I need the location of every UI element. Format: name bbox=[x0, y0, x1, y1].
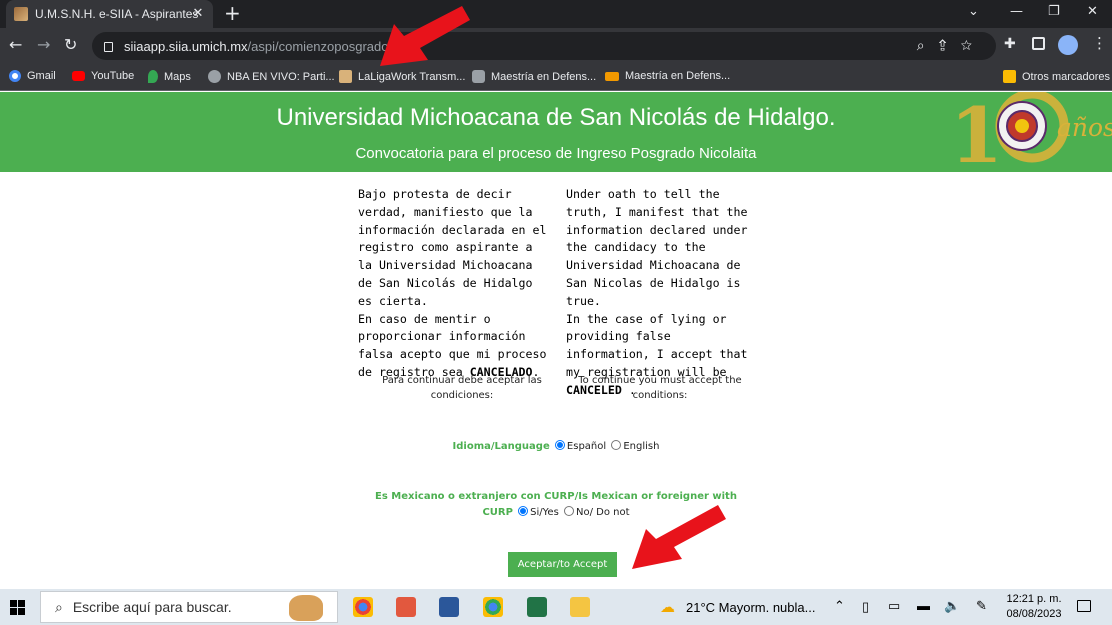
side-panel-icon[interactable] bbox=[1032, 37, 1045, 50]
tray-device-icon[interactable]: ▯ bbox=[862, 599, 869, 615]
forward-icon[interactable]: → bbox=[37, 36, 50, 54]
file-explorer-icon[interactable] bbox=[570, 597, 590, 617]
bookmarks-bar: Gmail YouTube Maps NBA EN VIVO: Parti...… bbox=[0, 64, 1112, 91]
search-icon: ⌕ bbox=[55, 598, 63, 615]
curp-label-line1: Es Mexicano o extranjero con CURP/Is Mex… bbox=[375, 491, 737, 502]
tab-title: U.M.S.N.H. e-SIIA - Aspirantes bbox=[35, 7, 199, 21]
bookmark-maestria-2[interactable]: Maestría en Defens... bbox=[605, 70, 730, 82]
tray-battery-icon[interactable]: ▬ bbox=[917, 598, 930, 613]
maps-pin-icon bbox=[148, 70, 158, 83]
other-bookmarks[interactable]: Otros marcadores bbox=[1003, 70, 1110, 83]
declaration-section: Bajo protesta de decir verdad, manifiest… bbox=[0, 172, 1112, 589]
bookmark-maestria-1[interactable]: Maestría en Defens... bbox=[472, 70, 596, 83]
radio-no-label: No/ Do not bbox=[575, 506, 630, 518]
tray-volume-icon[interactable]: 🔈 bbox=[944, 598, 960, 614]
red-arrow-icon bbox=[632, 505, 726, 569]
tray-network-icon[interactable]: ▭ bbox=[888, 598, 900, 614]
taskbar-search-placeholder: Escribe aquí para buscar. bbox=[72, 599, 232, 615]
address-bar-actions[interactable]: ⌕⇪☆ bbox=[917, 37, 986, 54]
accept-button[interactable]: Aceptar/to Accept bbox=[508, 552, 617, 577]
declaration-spanish: Bajo protesta de decir verdad, manifiest… bbox=[358, 187, 547, 379]
logo-text: años bbox=[1057, 113, 1112, 142]
tray-chevron-icon[interactable]: ⌃ bbox=[834, 598, 845, 614]
restore-icon[interactable]: ❐ bbox=[1048, 4, 1060, 19]
radio-english-label: English bbox=[623, 441, 660, 452]
svg-text:1: 1 bbox=[950, 92, 1003, 172]
weather-icon: ☁ bbox=[660, 599, 675, 616]
radio-espanol[interactable] bbox=[554, 440, 565, 450]
minimize-icon[interactable]: — bbox=[1010, 4, 1023, 19]
new-tab-icon[interactable]: + bbox=[224, 3, 241, 23]
radio-english[interactable] bbox=[611, 440, 622, 450]
bookmark-maps[interactable]: Maps bbox=[148, 70, 191, 83]
accept-note-spanish: Para continuar debe aceptar las condicio… bbox=[382, 375, 542, 401]
radio-si-label: Si/Yes bbox=[530, 506, 559, 518]
acrobat-icon[interactable] bbox=[396, 597, 416, 617]
language-label: Idioma/Language bbox=[452, 441, 550, 452]
taskbar-search[interactable]: ⌕ Escribe aquí para buscar. bbox=[40, 591, 338, 623]
bookmark-laliga[interactable]: LaLigaWork Transm... bbox=[339, 70, 465, 83]
chrome-icon[interactable] bbox=[353, 597, 373, 617]
zoom-icon[interactable]: ⌕ bbox=[917, 37, 939, 53]
centenary-logo: 1 años bbox=[950, 89, 1112, 180]
browser-toolbar: ← → ↻ siiaapp.siia.umich.mx/aspi/comienz… bbox=[0, 28, 1112, 64]
globe-icon bbox=[208, 70, 221, 83]
url-host: siiaapp.siia.umich.mx bbox=[124, 38, 248, 54]
windows-start-icon[interactable] bbox=[10, 600, 25, 615]
page-header: Universidad Michoacana de San Nicolás de… bbox=[0, 89, 1112, 180]
weather-text[interactable]: 21°C Mayorm. nubla... bbox=[686, 600, 815, 615]
youtube-icon bbox=[72, 71, 85, 81]
share-icon[interactable]: ⇪ bbox=[939, 37, 961, 53]
notifications-icon[interactable] bbox=[1077, 600, 1091, 612]
close-window-icon[interactable]: ✕ bbox=[1087, 4, 1098, 19]
page-title: Universidad Michoacana de San Nicolás de… bbox=[276, 104, 836, 131]
tab-search-icon[interactable]: ⌄ bbox=[968, 4, 979, 19]
bookmark-youtube[interactable]: YouTube bbox=[72, 70, 134, 82]
profile-avatar[interactable] bbox=[1058, 35, 1078, 55]
excel-icon[interactable] bbox=[527, 597, 547, 617]
site-icon bbox=[472, 70, 485, 83]
taskbar-clock[interactable]: 12:21 p. m. 08/08/2023 bbox=[1000, 592, 1068, 622]
radio-espanol-label: Español bbox=[566, 441, 607, 452]
cat-doodle-icon bbox=[289, 595, 323, 621]
page-subtitle: Convocatoria para el proceso de Ingreso … bbox=[355, 145, 757, 162]
bookmark-gmail[interactable]: Gmail bbox=[9, 70, 56, 82]
address-bar[interactable]: siiaapp.siia.umich.mx/aspi/comienzoposgr… bbox=[92, 32, 996, 60]
site-icon bbox=[605, 71, 619, 81]
google-icon bbox=[9, 70, 21, 82]
tray-pen-icon[interactable]: ✎ bbox=[976, 598, 987, 614]
menu-kebab-icon[interactable]: ⋮ bbox=[1092, 34, 1107, 52]
windows-taskbar: ⌕ Escribe aquí para buscar. ☁ 21°C Mayor… bbox=[0, 589, 1112, 625]
folder-icon bbox=[1003, 70, 1016, 83]
accept-note-english: To continue you must accept the conditio… bbox=[578, 375, 742, 401]
url-path: /aspi/comienzoposgrado bbox=[247, 38, 389, 54]
bookmark-nba[interactable]: NBA EN VIVO: Parti... bbox=[208, 70, 335, 83]
curp-label-line2: CURP bbox=[482, 506, 513, 518]
laliga-icon bbox=[339, 70, 352, 83]
radio-no[interactable] bbox=[563, 505, 574, 516]
extensions-icon[interactable]: ✚ bbox=[1004, 36, 1016, 52]
chrome-profile-icon[interactable] bbox=[483, 597, 503, 617]
red-arrow-icon bbox=[380, 6, 470, 66]
browser-tab-bar: U.M.S.N.H. e-SIIA - Aspirantes ✕ + ⌄ — ❐… bbox=[0, 0, 1112, 28]
language-selector: Idioma/Language Español English bbox=[0, 440, 1112, 452]
close-tab-icon[interactable]: ✕ bbox=[191, 6, 205, 20]
word-icon[interactable] bbox=[439, 597, 459, 617]
declaration-english: Under oath to tell the truth, I manifest… bbox=[566, 187, 748, 397]
back-icon[interactable]: ← bbox=[9, 36, 22, 54]
bookmark-star-icon[interactable]: ☆ bbox=[961, 37, 986, 53]
reload-icon[interactable]: ↻ bbox=[64, 36, 77, 54]
radio-si[interactable] bbox=[518, 505, 529, 516]
site-favicon-icon bbox=[14, 7, 28, 21]
clock-date: 08/08/2023 bbox=[1006, 608, 1062, 620]
lock-icon bbox=[104, 42, 113, 52]
browser-tab[interactable]: U.M.S.N.H. e-SIIA - Aspirantes ✕ bbox=[6, 0, 213, 28]
clock-time: 12:21 p. m. bbox=[1006, 593, 1062, 605]
